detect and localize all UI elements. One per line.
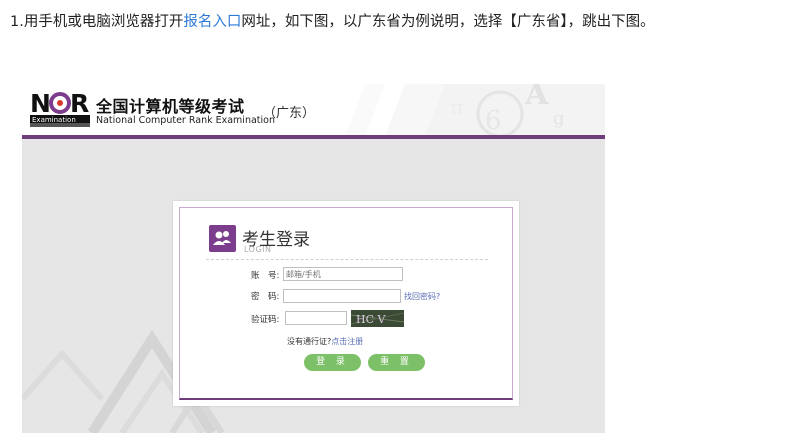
logo-caption: Examination	[32, 116, 76, 124]
site-title-cn: 全国计算机等级考试	[96, 97, 245, 116]
users-icon	[209, 225, 236, 252]
login-panel-frame: 考生登录 LOGIN 账 号: 密 码: 找回密码? 验证码: HC V	[179, 207, 513, 400]
register-prompt: 没有通行证?点击注册	[287, 336, 363, 347]
instruction-text: 1.用手机或电脑浏览器打开报名入口网址，如下图，以广东省为例说明，选择【广东省】…	[10, 11, 800, 33]
svg-text:N: N	[30, 90, 51, 118]
svg-text:6: 6	[485, 106, 502, 136]
login-page-body: 考生登录 LOGIN 账 号: 密 码: 找回密码? 验证码: HC V	[22, 139, 605, 433]
header-decoration: A 6 g π	[305, 84, 605, 136]
svg-text:R: R	[70, 90, 89, 118]
region-label: （广东）	[263, 106, 316, 121]
captcha-text: HC V	[356, 313, 387, 326]
site-header: A 6 g π N R Examination 全国计算机等级考试 Nation…	[22, 84, 605, 136]
svg-text:g: g	[553, 108, 565, 129]
captcha-image[interactable]: HC V	[351, 310, 404, 327]
site-title-en: National Computer Rank Examination	[96, 115, 275, 126]
captcha-input[interactable]	[285, 311, 347, 325]
svg-text:π: π	[450, 95, 463, 119]
forgot-password-link[interactable]: 找回密码?	[404, 291, 440, 302]
login-button[interactable]: 登 录	[304, 354, 361, 371]
embedded-screenshot: A 6 g π N R Examination 全国计算机等级考试 Nation…	[22, 84, 605, 433]
password-label: 密 码:	[251, 292, 280, 302]
svg-text:A: A	[524, 84, 549, 112]
registration-entry-link[interactable]: 报名入口	[183, 14, 241, 30]
register-link[interactable]: 点击注册	[331, 337, 363, 346]
ncre-logo: N R Examination	[30, 90, 90, 127]
reset-button[interactable]: 重 置	[368, 354, 425, 371]
account-label: 账 号:	[251, 271, 280, 281]
password-input[interactable]	[283, 289, 401, 303]
no-pass-text: 没有通行证?	[287, 337, 332, 346]
login-panel: 考生登录 LOGIN 账 号: 密 码: 找回密码? 验证码: HC V	[173, 201, 519, 406]
captcha-label: 验证码:	[251, 315, 280, 325]
instruction-suffix: 网址，如下图，以广东省为例说明，选择【广东省】，跳出下图。	[241, 14, 655, 30]
title-divider	[206, 259, 488, 260]
login-subtitle: LOGIN	[244, 245, 272, 254]
instruction-prefix: 1.用手机或电脑浏览器打开	[10, 14, 184, 30]
account-input[interactable]	[283, 267, 403, 281]
